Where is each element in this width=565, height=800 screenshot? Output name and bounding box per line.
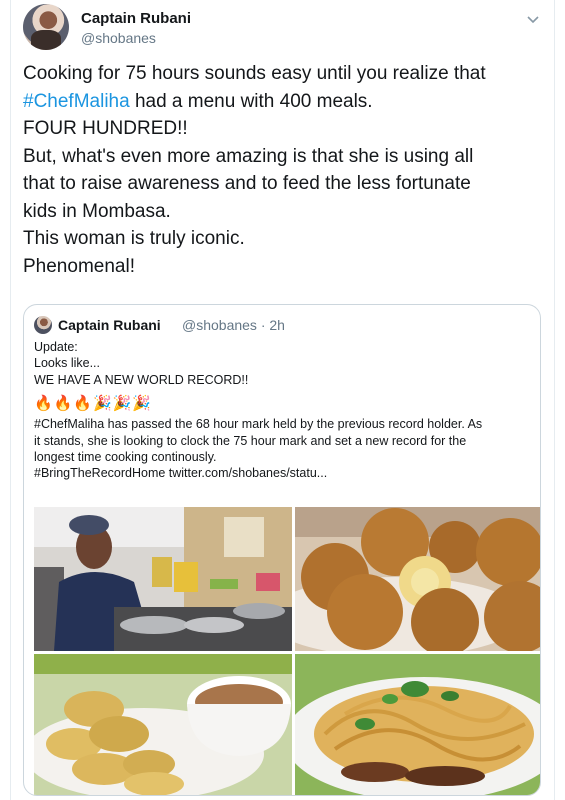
tweet-text-line: that to raise awareness and to feed the … bbox=[23, 170, 543, 198]
avatar[interactable] bbox=[23, 4, 69, 50]
tweet-text: Cooking for 75 hours sounds easy until y… bbox=[23, 60, 543, 280]
tweet-text-line: This woman is truly iconic. bbox=[23, 225, 543, 253]
author-name[interactable]: Captain Rubani bbox=[81, 10, 191, 27]
quoted-line: WE HAVE A NEW WORLD RECORD!! bbox=[34, 372, 249, 387]
quoted-handle-time: @shobanes · 2h bbox=[182, 317, 285, 333]
quoted-author-name: Captain Rubani bbox=[58, 317, 161, 333]
tweet-text-segment: had a menu with 400 meals. bbox=[129, 90, 373, 112]
quoted-line: Update: bbox=[34, 340, 78, 354]
photo-chef-cooking[interactable] bbox=[34, 507, 292, 651]
tweet-text-segment: Phenomenal! bbox=[23, 255, 135, 277]
hashtag-link[interactable]: #ChefMaliha bbox=[23, 91, 130, 112]
emoji-row: 🔥🔥🔥🎉🎉🎉 bbox=[34, 395, 153, 413]
tweet-header: Captain Rubani @shobanes bbox=[23, 4, 546, 52]
quoted-line: longest time cooking continously. bbox=[34, 450, 217, 465]
quoted-line: #BringTheRecordHome twitter.com/shobanes… bbox=[34, 466, 328, 481]
tweet-text-segment: that to raise awareness and to feed the … bbox=[23, 173, 471, 194]
quoted-avatar bbox=[34, 316, 52, 334]
tweet-text-segment: This woman is truly iconic. bbox=[23, 228, 245, 249]
photo-fried-balls[interactable] bbox=[295, 507, 540, 651]
quoted-tweet[interactable]: Captain Rubani @shobanes · 2h Update: Lo… bbox=[23, 304, 541, 796]
chevron-down-icon[interactable] bbox=[524, 10, 542, 28]
media-grid bbox=[34, 507, 540, 795]
quoted-text: Update: Looks like... WE HAVE A NEW WORL… bbox=[34, 339, 530, 482]
tweet-text-line: kids in Mombasa. bbox=[23, 198, 543, 226]
quoted-line: it stands, she is looking to clock the 7… bbox=[34, 433, 467, 448]
tweet-text-segment: Cooking for 75 hours sounds easy until y… bbox=[23, 63, 486, 84]
tweet-text-line: FOUR HUNDRED!! bbox=[23, 115, 543, 143]
photo-plantain-chips[interactable] bbox=[34, 654, 292, 795]
tweet-card: Captain Rubani @shobanes Cooking for 75 … bbox=[10, 0, 555, 800]
author-handle[interactable]: @shobanes bbox=[81, 30, 156, 46]
tweet-text-line: Phenomenal! bbox=[23, 253, 543, 281]
quoted-line: #ChefMaliha has passed the 68 hour mark … bbox=[34, 417, 483, 432]
tweet-text-segment: But, what's even more amazing is that sh… bbox=[23, 145, 474, 167]
tweet-text-line: #ChefMaliha had a menu with 400 meals. bbox=[23, 88, 543, 116]
quoted-line: Looks like... bbox=[34, 356, 101, 371]
tweet-text-line: But, what's even more amazing is that sh… bbox=[23, 143, 543, 171]
tweet-text-line: Cooking for 75 hours sounds easy until y… bbox=[23, 60, 543, 88]
photo-spaghetti[interactable] bbox=[295, 654, 540, 795]
tweet-text-segment: FOUR HUNDRED!! bbox=[23, 118, 188, 139]
tweet-text-segment: kids in Mombasa. bbox=[23, 200, 171, 222]
